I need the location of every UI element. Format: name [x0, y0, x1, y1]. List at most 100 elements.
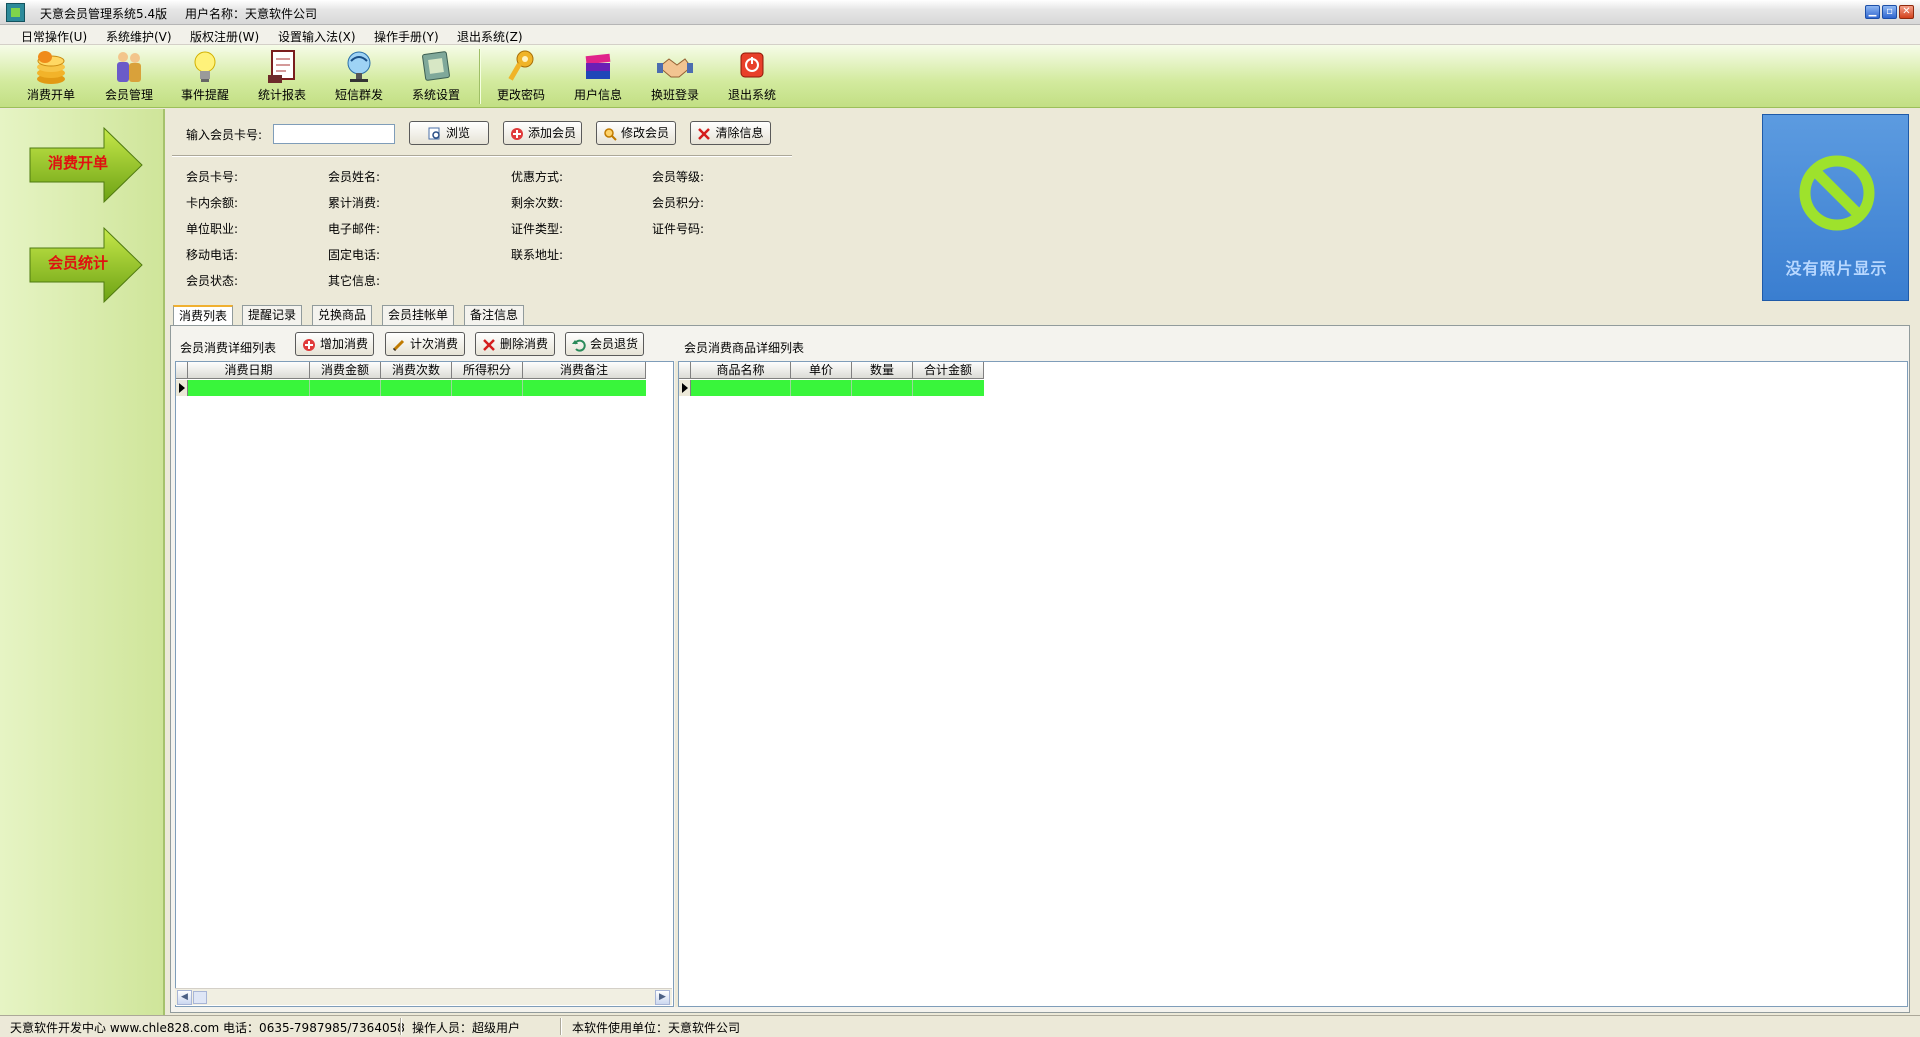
add-member-button[interactable]: 添加会员 — [503, 121, 582, 145]
menu-input-method[interactable]: 设置输入法(X) — [278, 28, 356, 45]
toolbar-user-info-button[interactable]: 用户信息 — [561, 49, 635, 107]
clear-info-button[interactable]: 清除信息 — [690, 121, 771, 145]
field-card-no: 会员卡号: — [186, 170, 239, 184]
window-title: 天意会员管理系统5.4版 — [40, 7, 168, 21]
table-cell — [381, 380, 452, 396]
books-icon — [585, 53, 611, 79]
app-icon — [6, 3, 25, 22]
toolbar-change-password-button[interactable]: 更改密码 — [484, 49, 558, 107]
maximize-button[interactable]: ▫ — [1882, 5, 1897, 19]
toolbar-consume-button[interactable]: 消费开单 — [14, 49, 88, 107]
grid-corner — [176, 362, 188, 379]
toolbar: 消费开单 会员管理 事件提醒 统计报表 短信群发 系统设置 更改密码 用户信息 … — [0, 45, 1920, 108]
menu-manual[interactable]: 操作手册(Y) — [374, 28, 439, 45]
toolbar-settings-button[interactable]: 系统设置 — [399, 49, 473, 107]
field-id-type: 证件类型: — [511, 222, 564, 236]
menu-bar: 日常操作(U) 系统维护(V) 版权注册(W) 设置输入法(X) 操作手册(Y)… — [0, 25, 1920, 45]
menu-daily-ops[interactable]: 日常操作(U) — [21, 28, 87, 45]
toolbar-sms-button[interactable]: 短信群发 — [322, 49, 396, 107]
field-balance: 卡内余额: — [186, 196, 239, 210]
field-address: 联系地址: — [511, 248, 564, 262]
status-operator: 操作人员：超级用户 — [412, 1021, 521, 1035]
tab-notes[interactable]: 备注信息 — [464, 305, 525, 325]
field-level: 会员等级: — [652, 170, 705, 184]
pencil-icon — [392, 339, 405, 351]
scroll-left-button[interactable]: ◀ — [177, 990, 192, 1005]
add-consume-button[interactable]: 增加消费 — [295, 332, 374, 356]
menu-system-maintenance[interactable]: 系统维护(V) — [106, 28, 172, 45]
consume-grid[interactable]: 消费日期 消费金额 消费次数 所得积分 消费备注 — [175, 361, 674, 1007]
col-goods-name[interactable]: 商品名称 — [691, 362, 791, 379]
close-button[interactable]: ✕ — [1899, 5, 1914, 19]
table-cell — [852, 380, 913, 396]
menu-exit[interactable]: 退出系统(Z) — [457, 28, 523, 45]
title-bar: 天意会员管理系统5.4版 用户名称：天意软件公司 ▁ ▫ ✕ — [0, 0, 1920, 25]
delete-consume-button[interactable]: 删除消费 — [475, 332, 555, 356]
card-number-label: 输入会员卡号: — [186, 128, 263, 142]
col-consume-amount[interactable]: 消费金额 — [310, 362, 381, 379]
tab-credit[interactable]: 会员挂帐单 — [382, 305, 455, 325]
field-mobile: 移动电话: — [186, 248, 239, 262]
col-consume-date[interactable]: 消费日期 — [188, 362, 310, 379]
tab-consume-list[interactable]: 消费列表 — [173, 305, 234, 325]
toolbar-separator — [479, 49, 481, 104]
toolbar-members-button[interactable]: 会员管理 — [92, 49, 166, 107]
field-id-number: 证件号码: — [652, 222, 705, 236]
status-separator — [560, 1018, 562, 1035]
sidebar-member-stats-button[interactable]: 会员统计 — [28, 226, 144, 304]
toolbar-reminder-button[interactable]: 事件提醒 — [168, 49, 242, 107]
tab-exchange[interactable]: 兑换商品 — [312, 305, 373, 325]
grid-corner — [679, 362, 691, 379]
toolbar-exit-button[interactable]: 退出系统 — [715, 49, 789, 107]
x-icon — [698, 127, 711, 140]
row-indicator — [679, 380, 691, 396]
no-photo-icon — [1799, 155, 1875, 231]
table-row[interactable] — [188, 380, 646, 396]
row-pointer-icon — [682, 383, 688, 393]
scroll-right-button[interactable]: ▶ — [655, 990, 670, 1005]
consume-list-title: 会员消费详细列表 — [180, 341, 277, 355]
member-refund-button[interactable]: 会员退货 — [565, 332, 644, 356]
undo-icon — [572, 339, 586, 352]
user-label: 用户名称：天意软件公司 — [185, 7, 318, 21]
horizontal-scrollbar[interactable]: ◀ ▶ — [175, 988, 672, 1005]
table-cell — [691, 380, 791, 396]
col-consume-count[interactable]: 消费次数 — [381, 362, 452, 379]
row-pointer-icon — [179, 383, 185, 393]
status-developer: 天意软件开发中心 www.chle828.com 电话：0635-7987985… — [10, 1021, 405, 1035]
coins-icon — [37, 51, 65, 84]
browse-button[interactable]: 浏览 — [409, 121, 489, 145]
col-quantity[interactable]: 数量 — [852, 362, 913, 379]
card-number-input[interactable] — [273, 124, 395, 144]
toolbar-shift-login-button[interactable]: 换班登录 — [638, 49, 712, 107]
menu-copyright[interactable]: 版权注册(W) — [190, 28, 259, 45]
sidebar-consume-button[interactable]: 消费开单 — [28, 126, 144, 204]
col-points[interactable]: 所得积分 — [452, 362, 523, 379]
member-photo: 没有照片显示 — [1762, 114, 1909, 301]
sidebar: 消费开单 会员统计 — [0, 109, 165, 1015]
edit-member-button[interactable]: 修改会员 — [596, 121, 676, 145]
sidebar-consume-label: 消费开单 — [47, 154, 108, 172]
x-icon — [483, 338, 495, 351]
col-unit-price[interactable]: 单价 — [791, 362, 852, 379]
status-separator — [400, 1018, 402, 1035]
goods-grid[interactable]: 商品名称 单价 数量 合计金额 — [678, 361, 1908, 1007]
key-icon — [508, 50, 534, 81]
field-status: 会员状态: — [186, 274, 239, 288]
field-occupation: 单位职业: — [186, 222, 239, 236]
toolbar-report-button[interactable]: 统计报表 — [245, 49, 319, 107]
field-other: 其它信息: — [328, 274, 381, 288]
lightbulb-icon — [194, 51, 216, 82]
scroll-thumb[interactable] — [193, 991, 207, 1004]
count-consume-button[interactable]: 计次消费 — [385, 332, 465, 356]
search-icon — [428, 127, 440, 139]
table-cell — [310, 380, 381, 396]
field-remaining: 剩余次数: — [511, 196, 564, 210]
tab-reminders[interactable]: 提醒记录 — [242, 305, 303, 325]
col-total-amount[interactable]: 合计金额 — [913, 362, 984, 379]
sidebar-member-stats-label: 会员统计 — [47, 254, 108, 272]
col-consume-note[interactable]: 消费备注 — [523, 362, 646, 379]
table-row[interactable] — [691, 380, 984, 396]
field-phone: 固定电话: — [328, 248, 381, 262]
minimize-button[interactable]: ▁ — [1865, 5, 1880, 19]
